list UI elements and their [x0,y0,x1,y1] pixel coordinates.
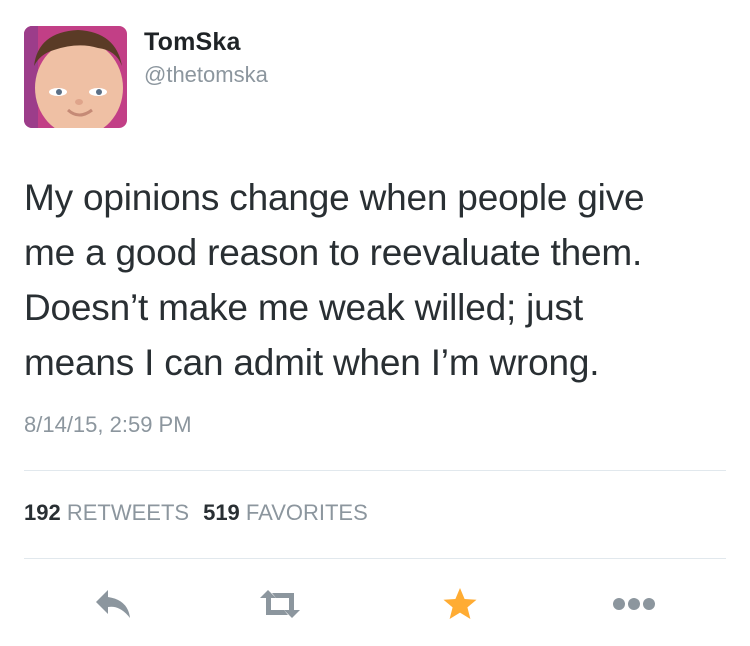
tweet-text-line: Doesn’t make me weak willed; just [24,287,583,328]
avatar[interactable] [24,26,127,128]
tweet-text-line: My opinions change when people give [24,177,645,218]
divider [24,470,726,471]
retweets-stat[interactable]: 192 RETWEETS [24,500,189,525]
tweet-stats: 192 RETWEETS 519 FAVORITES [24,500,368,526]
user-handle[interactable]: @thetomska [144,62,268,88]
favorite-star-icon [443,588,477,619]
reply-icon [96,590,130,618]
favorites-stat[interactable]: 519 FAVORITES [203,500,368,525]
favorites-label: FAVORITES [245,500,368,525]
retweet-icon [260,590,300,618]
favorite-button[interactable] [436,580,484,628]
display-name[interactable]: TomSka [144,28,241,57]
tweet-timestamp: 8/14/15, 2:59 PM [24,412,192,437]
favorites-count: 519 [203,500,240,525]
divider [24,558,726,559]
reply-button[interactable] [90,580,138,628]
tweet-text-line: means I can admit when I’m wrong. [24,342,600,383]
retweet-button[interactable] [256,580,304,628]
tweet-actions [0,580,750,628]
tweet-text: My opinions change when people give me a… [24,170,734,390]
avatar-photo [24,26,127,128]
retweets-count: 192 [24,500,61,525]
retweets-label: RETWEETS [66,500,190,525]
tweet-text-line: me a good reason to reevaluate them. [24,232,643,273]
more-icon [613,598,655,610]
more-button[interactable] [610,580,658,628]
